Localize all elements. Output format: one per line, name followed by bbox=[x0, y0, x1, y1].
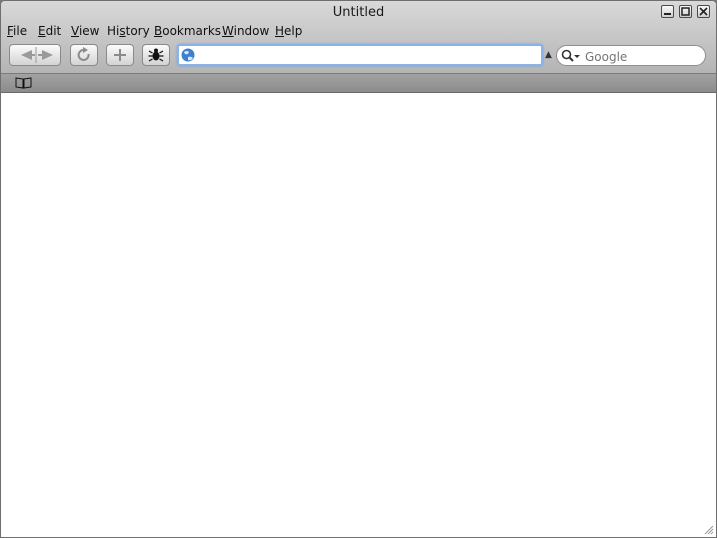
add-bookmark-button[interactable] bbox=[106, 44, 134, 66]
plus-icon bbox=[114, 49, 126, 61]
bookmarks-bar bbox=[1, 73, 716, 93]
address-history-dropdown-icon[interactable]: ▲ bbox=[545, 50, 552, 60]
back-arrow-icon[interactable] bbox=[10, 45, 62, 67]
window-chrome: Untitled File Edit View History Bookmark… bbox=[1, 1, 716, 73]
search-input[interactable] bbox=[583, 48, 703, 65]
menu-file[interactable]: File bbox=[7, 24, 27, 38]
menu-window[interactable]: Window bbox=[222, 24, 269, 38]
minimize-button[interactable] bbox=[661, 5, 674, 18]
reload-button[interactable] bbox=[70, 44, 98, 66]
menu-help[interactable]: Help bbox=[275, 24, 302, 38]
globe-icon bbox=[181, 48, 195, 62]
menu-bookmarks[interactable]: Bookmarks bbox=[154, 24, 221, 38]
search-icon[interactable] bbox=[561, 49, 581, 63]
reload-icon bbox=[77, 47, 90, 61]
maximize-button[interactable] bbox=[679, 5, 692, 18]
menu-edit[interactable]: Edit bbox=[38, 24, 61, 38]
back-forward-button-group bbox=[9, 44, 61, 66]
search-field[interactable] bbox=[556, 45, 706, 66]
browser-window: Untitled File Edit View History Bookmark… bbox=[0, 0, 717, 538]
menu-history[interactable]: History bbox=[107, 24, 150, 38]
maximize-icon bbox=[681, 7, 690, 16]
address-bar[interactable] bbox=[177, 44, 543, 66]
close-button[interactable] bbox=[697, 5, 710, 18]
minimize-icon bbox=[664, 13, 671, 15]
debug-button[interactable] bbox=[142, 44, 170, 66]
bug-icon bbox=[148, 48, 164, 62]
open-book-icon[interactable] bbox=[15, 77, 33, 89]
menu-view[interactable]: View bbox=[71, 24, 99, 38]
close-icon bbox=[699, 7, 708, 16]
address-input[interactable] bbox=[199, 47, 543, 65]
window-title: Untitled bbox=[332, 5, 385, 20]
resize-grip-icon[interactable] bbox=[704, 525, 714, 535]
page-content bbox=[1, 93, 716, 537]
